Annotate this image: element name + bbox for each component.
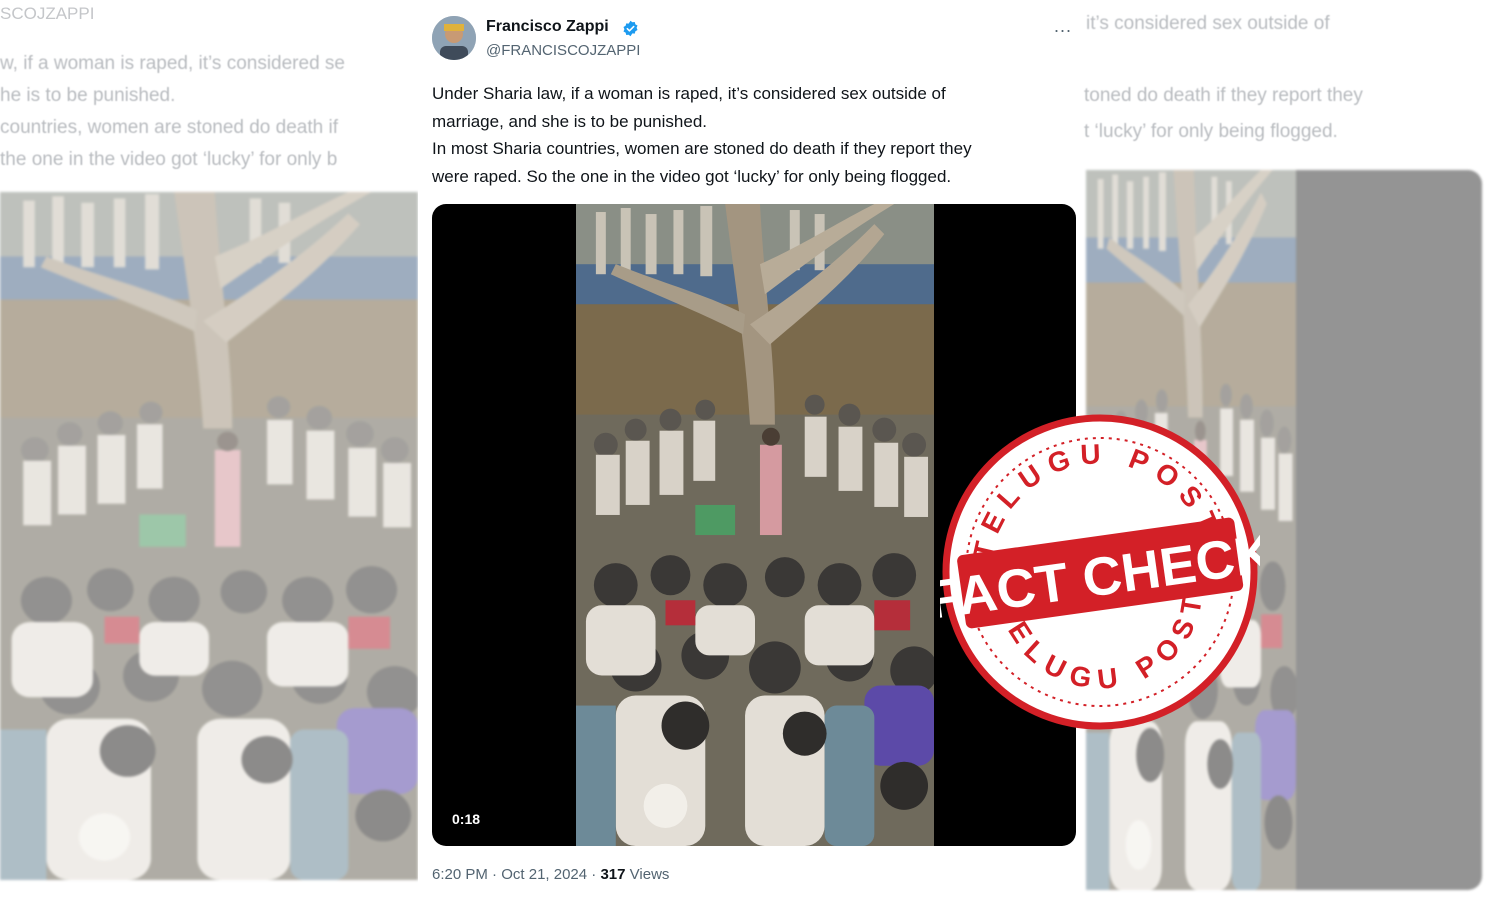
faded-line-1: w, if a woman is raped, it’s considered … — [0, 53, 345, 74]
tweet-line-2: marriage, and she is to be punished. — [432, 111, 708, 131]
faded-line-3: countries, women are stoned do death if — [0, 117, 338, 138]
verified-icon — [622, 20, 639, 37]
views-count: 317 — [600, 866, 626, 883]
more-options-icon[interactable]: ... — [1054, 16, 1072, 37]
tweet-line-3: In most Sharia countries, women are ston… — [432, 139, 972, 158]
faded-line-2: toned do death if they report they — [1084, 85, 1363, 106]
tweet-line-4: were raped. So the one in the video got … — [432, 166, 952, 186]
tweet-time[interactable]: 6:20 PM — [432, 866, 488, 883]
tweet-text: Under Sharia law, if a woman is raped, i… — [432, 80, 1082, 190]
tweet-date[interactable]: Oct 21, 2024 — [501, 866, 587, 883]
fact-check-stamp: TELUGU POST TELUGU POST FACT CHECK — [940, 412, 1260, 732]
tweet-meta: 6:20 PM · Oct 21, 2024 · 317 Views — [432, 866, 669, 883]
left-faded-panel: SCOJZAPPI w, if a woman is raped, it’s c… — [0, 0, 418, 900]
faded-handle: SCOJZAPPI — [0, 4, 95, 23]
tweet-line-1: Under Sharia law, if a woman is raped, i… — [432, 84, 946, 103]
user-handle[interactable]: @FRANCISCOJZAPPI — [486, 42, 640, 59]
faded-line-1: it’s considered sex outside of — [1086, 13, 1330, 34]
faded-video-image — [0, 192, 418, 880]
video-duration: 0:18 — [444, 808, 489, 830]
faded-line-2: he is to be punished. — [0, 85, 176, 106]
display-name[interactable]: Francisco Zappi — [486, 18, 609, 36]
faded-line-4: the one in the video got ‘lucky’ for onl… — [0, 149, 338, 170]
views-label: Views — [629, 866, 670, 883]
video-frame[interactable] — [576, 204, 934, 846]
meta-separator: · — [492, 866, 502, 883]
faded-line-3: t ‘lucky’ for only being flogged. — [1084, 121, 1338, 142]
avatar[interactable] — [432, 16, 476, 60]
